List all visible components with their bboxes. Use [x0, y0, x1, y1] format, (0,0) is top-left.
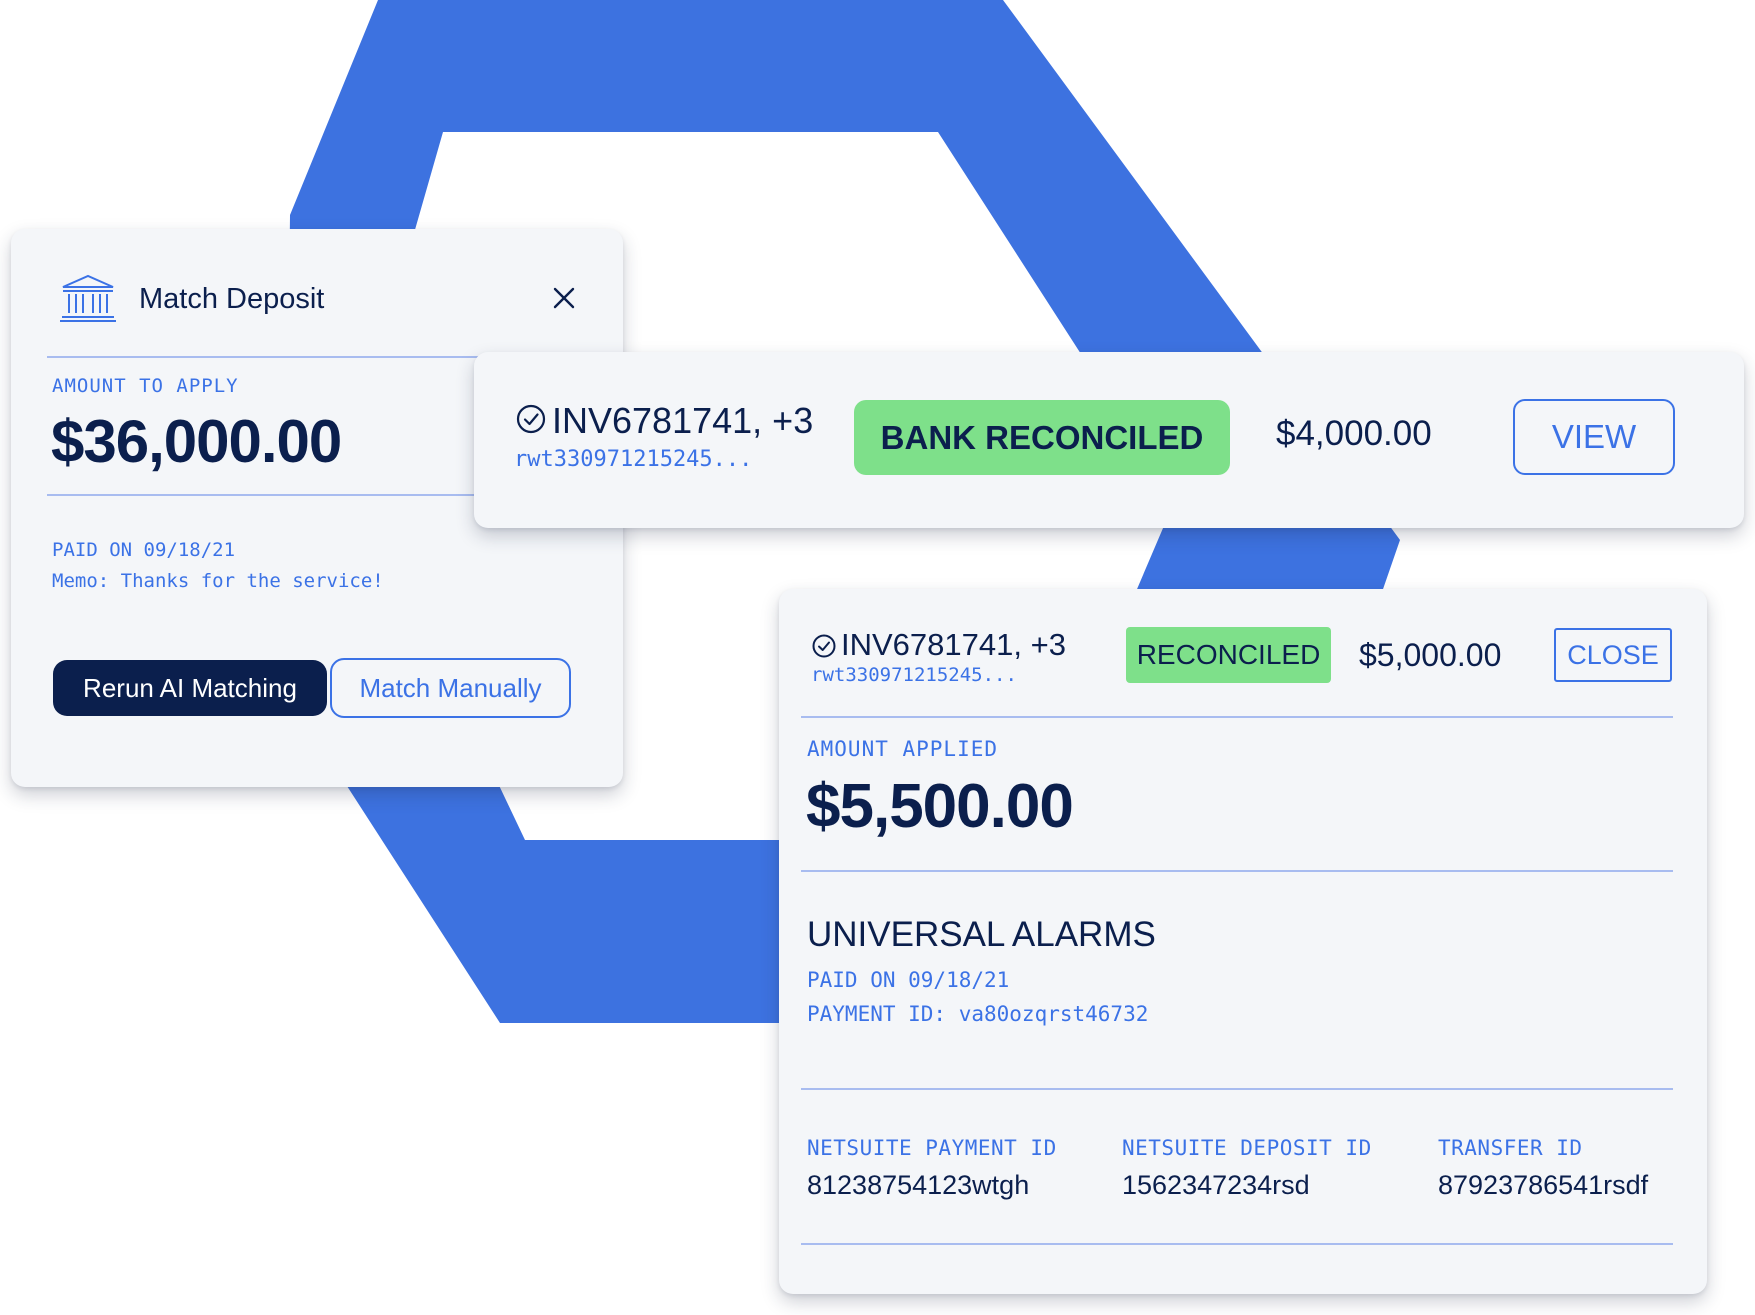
divider [801, 1243, 1673, 1245]
amount-applied-label: AMOUNT APPLIED [807, 737, 999, 761]
check-circle-icon [812, 634, 836, 658]
id-value: 87923786541rsdf [1438, 1170, 1649, 1200]
divider [801, 1088, 1673, 1090]
match-manually-button[interactable]: Match Manually [330, 658, 571, 718]
id-label: TRANSFER ID [1438, 1136, 1583, 1160]
netsuite-deposit-id: NETSUITE DEPOSIT ID 1562347234rsd [1122, 1136, 1372, 1201]
netsuite-payment-id: NETSUITE PAYMENT ID 81238754123wtgh [807, 1136, 1057, 1201]
amount-applied-value: $5,500.00 [806, 772, 1074, 841]
id-label: NETSUITE PAYMENT ID [807, 1136, 1057, 1160]
check-circle-icon [516, 404, 546, 434]
close-icon[interactable] [549, 283, 579, 313]
transfer-id: TRANSFER ID 87923786541rsdf [1438, 1136, 1648, 1201]
divider [801, 716, 1673, 718]
memo-text: Memo: Thanks for the service! [52, 570, 384, 592]
id-value: 1562347234rsd [1122, 1170, 1310, 1200]
row-amount: $4,000.00 [1276, 414, 1432, 453]
amount-to-apply-label: AMOUNT TO APPLY [52, 375, 239, 397]
paid-on-date: PAID ON 09/18/21 [807, 968, 1010, 992]
payment-id: PAYMENT ID: va80ozqrst46732 [807, 1002, 1149, 1026]
close-button[interactable]: CLOSE [1554, 628, 1672, 682]
transaction-reference: rwt330971215245... [811, 664, 1017, 686]
status-badge: BANK RECONCILED [854, 400, 1230, 475]
status-badge: RECONCILED [1126, 627, 1331, 683]
detail-amount: $5,000.00 [1359, 637, 1502, 673]
amount-to-apply-value: $36,000.00 [51, 408, 342, 475]
bank-reconciled-row: INV6781741, +3 rwt330971215245... BANK R… [474, 352, 1744, 528]
divider [801, 870, 1673, 872]
reconciled-detail-card: INV6781741, +3 rwt330971215245... RECONC… [779, 589, 1707, 1294]
rerun-ai-matching-button[interactable]: Rerun AI Matching [53, 660, 327, 716]
id-value: 81238754123wtgh [807, 1170, 1030, 1200]
transaction-reference: rwt330971215245... [514, 447, 753, 472]
invoice-number: INV6781741, +3 [552, 400, 814, 441]
id-label: NETSUITE DEPOSIT ID [1122, 1136, 1372, 1160]
bank-icon [59, 273, 117, 323]
paid-on-date: PAID ON 09/18/21 [52, 539, 236, 561]
invoice-number: INV6781741, +3 [841, 627, 1066, 662]
match-deposit-title: Match Deposit [139, 283, 325, 315]
payer-name: UNIVERSAL ALARMS [807, 915, 1156, 954]
view-button[interactable]: VIEW [1513, 399, 1675, 475]
